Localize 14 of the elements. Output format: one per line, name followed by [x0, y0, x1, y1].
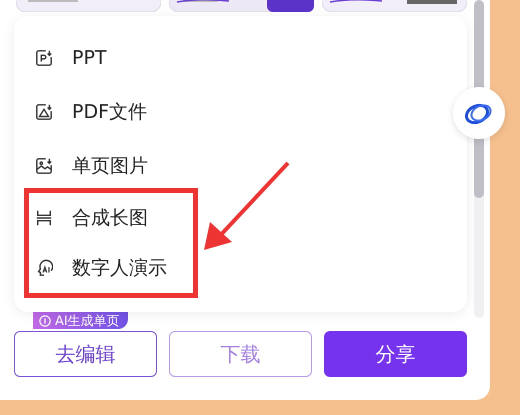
stack-icon — [35, 209, 53, 227]
action-button[interactable]: 分享 — [324, 331, 467, 377]
menu-item[interactable]: 单页图片 — [14, 139, 158, 193]
image-download-icon — [35, 157, 53, 175]
menu-item[interactable]: 合成长图 — [29, 193, 158, 243]
menu-item[interactable]: 数字人演示 — [29, 243, 177, 293]
menu-item[interactable]: PPT — [14, 31, 117, 85]
info-icon — [39, 314, 51, 326]
badge-text: AI生成单页 — [55, 312, 120, 330]
menu-item[interactable]: PDF文件 — [14, 85, 158, 139]
head-icon — [35, 259, 53, 277]
file-download-icon — [35, 49, 53, 67]
action-button[interactable]: 去编辑 — [14, 331, 157, 377]
file-download-icon — [35, 103, 53, 121]
